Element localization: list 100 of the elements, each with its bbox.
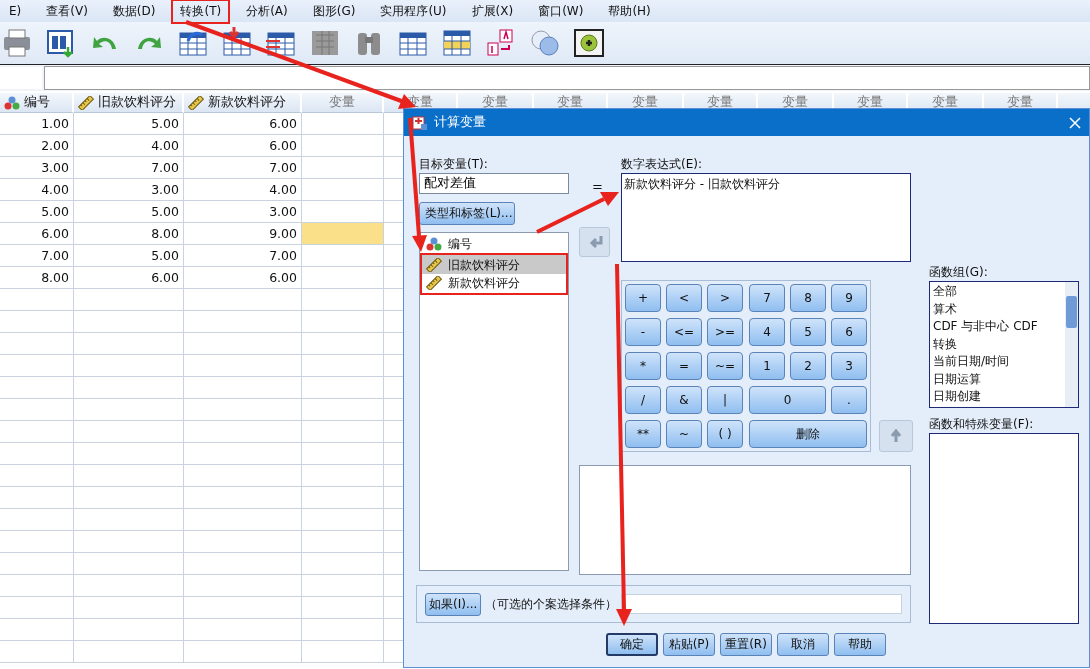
table-cell: 3.00 <box>74 179 184 201</box>
nominal-variable-icon <box>4 95 20 110</box>
dialog-button[interactable]: 帮助 <box>834 633 886 656</box>
close-icon[interactable] <box>1069 116 1081 129</box>
table-cell: 6.00 <box>184 113 302 135</box>
target-variable-field[interactable]: 配对差值 <box>419 173 569 194</box>
table-cell: 4.00 <box>184 179 302 201</box>
keypad-key[interactable]: 7 <box>749 284 785 312</box>
keypad-key[interactable]: | <box>707 386 743 414</box>
scrollbar[interactable] <box>1065 282 1078 407</box>
function-group-item[interactable]: 全部 <box>933 283 1062 301</box>
table-cell: 8.00 <box>0 267 74 289</box>
keypad-key[interactable]: < <box>666 284 702 312</box>
table-cell: 8.00 <box>74 223 184 245</box>
menu-item[interactable]: 实用程序(U) <box>371 0 456 24</box>
table-cell: 6.00 <box>0 223 74 245</box>
calculator-icon <box>412 114 428 131</box>
keypad-key[interactable]: 4 <box>749 318 785 346</box>
keypad-key[interactable]: = <box>666 352 702 380</box>
function-group-item[interactable]: 日期运算 <box>933 370 1062 389</box>
variable-list-item[interactable]: 新款饮料评分 <box>420 274 568 295</box>
keypad-key[interactable]: & <box>666 386 702 414</box>
dialog-button[interactable]: 确定 <box>606 633 658 656</box>
function-group-item[interactable]: 当前日期/时间 <box>933 353 1062 371</box>
variable-list-item[interactable]: 旧款饮料评分 <box>420 253 568 274</box>
table-cell: 5.00 <box>0 201 74 223</box>
menu-item[interactable]: 帮助(H) <box>599 0 660 24</box>
function-group-item[interactable]: 转换 <box>933 335 1062 354</box>
table-cell: 4.00 <box>74 135 184 157</box>
function-group-item[interactable]: 算术 <box>933 300 1062 319</box>
menu-item[interactable]: 数据(D) <box>103 0 165 24</box>
equals-sign: = <box>592 179 604 196</box>
move-arrow-button[interactable] <box>579 227 610 257</box>
expression-field[interactable]: 新款饮料评分 - 旧款饮料评分 <box>621 173 911 262</box>
keypad-key[interactable]: ( ) <box>707 420 743 448</box>
menu-item[interactable]: 扩展(X) <box>462 0 523 24</box>
if-condition-hint: （可选的个案选择条件） <box>485 595 618 613</box>
column-header[interactable]: 编号 <box>0 93 74 113</box>
keypad-key[interactable]: / <box>625 386 661 414</box>
column-header[interactable]: 变量 <box>302 93 384 113</box>
table-cell: 5.00 <box>74 201 184 223</box>
keypad-key[interactable]: + <box>625 284 661 312</box>
move-up-button[interactable] <box>879 420 913 452</box>
dialog-button[interactable]: 重置(R) <box>720 633 772 656</box>
nominal-variable-icon <box>426 237 442 251</box>
plus-icon[interactable] <box>572 27 606 59</box>
keypad-key[interactable]: 8 <box>790 284 826 312</box>
function-group-list[interactable]: 全部 算术 CDF 与非中心 CDF 转换 当前日期/时间 日期运算 日期创建 <box>929 281 1079 408</box>
if-button[interactable]: 如果(I)... <box>425 592 482 616</box>
keypad-key[interactable]: 9 <box>831 284 867 312</box>
menu-item[interactable]: 查看(V) <box>37 0 97 24</box>
up-arrow-icon <box>890 429 902 443</box>
column-header[interactable]: 新款饮料评分 <box>184 93 302 113</box>
keypad-key[interactable]: > <box>707 284 743 312</box>
keypad-key[interactable]: 1 <box>749 352 785 380</box>
circles-icon[interactable] <box>528 27 562 59</box>
expression-label: 数字表达式(E): <box>621 156 703 173</box>
dialog-title: 计算变量 <box>434 114 487 131</box>
dialog-button[interactable]: 粘贴(P) <box>663 633 715 656</box>
ruler-icon <box>78 95 94 110</box>
function-group-item[interactable]: 日期创建 <box>933 388 1062 407</box>
table-cell: 7.00 <box>0 245 74 267</box>
table-cell: 6.00 <box>184 135 302 157</box>
dialog-button[interactable]: 取消 <box>777 633 829 656</box>
keypad-key[interactable]: 3 <box>831 352 867 380</box>
menu-item[interactable]: 图形(G) <box>303 0 365 24</box>
keypad-key[interactable]: 5 <box>790 318 826 346</box>
keypad-key[interactable]: >= <box>707 318 743 346</box>
keypad-key[interactable]: ~ <box>666 420 702 448</box>
table-cell: 6.00 <box>184 267 302 289</box>
column-header[interactable]: 旧款饮料评分 <box>74 93 184 113</box>
type-and-label-button[interactable]: 类型和标签(L)... <box>419 202 515 225</box>
table-cell: 5.00 <box>74 113 184 135</box>
target-variable-label: 目标变量(T): <box>419 156 489 173</box>
ruler-icon <box>188 95 204 110</box>
keypad-key[interactable]: ~= <box>707 352 743 380</box>
keypad-key[interactable]: * <box>625 352 661 380</box>
function-group-item[interactable]: CDF 与非中心 CDF <box>933 318 1062 336</box>
menu-item[interactable]: E) <box>0 0 31 22</box>
table-cell: 7.00 <box>74 157 184 179</box>
functions-list[interactable] <box>929 433 1079 624</box>
table-cell: 7.00 <box>184 245 302 267</box>
keypad-key[interactable]: 0 <box>749 386 826 414</box>
menu-item[interactable]: 分析(A) <box>237 0 297 24</box>
keypad-key[interactable]: - <box>625 318 661 346</box>
function-group-label: 函数组(G): <box>929 264 989 281</box>
table-cell: 5.00 <box>74 245 184 267</box>
table-cell: 7.00 <box>184 157 302 179</box>
functions-label: 函数和特殊变量(F): <box>929 416 1035 433</box>
keypad-key[interactable]: <= <box>666 318 702 346</box>
keypad-key[interactable]: 删除 <box>749 420 867 448</box>
keypad-key[interactable]: 2 <box>790 352 826 380</box>
variable-list[interactable]: 编号 旧款饮料评分 新款饮料评分 <box>419 232 569 571</box>
menu-item[interactable]: 窗口(W) <box>529 0 593 24</box>
variable-list-item[interactable]: 编号 <box>423 235 565 253</box>
keypad-key[interactable]: . <box>831 386 867 414</box>
keypad-key[interactable]: 6 <box>831 318 867 346</box>
table-cell: 6.00 <box>74 267 184 289</box>
table-cell: 4.00 <box>0 179 74 201</box>
keypad-key[interactable]: ** <box>625 420 661 448</box>
